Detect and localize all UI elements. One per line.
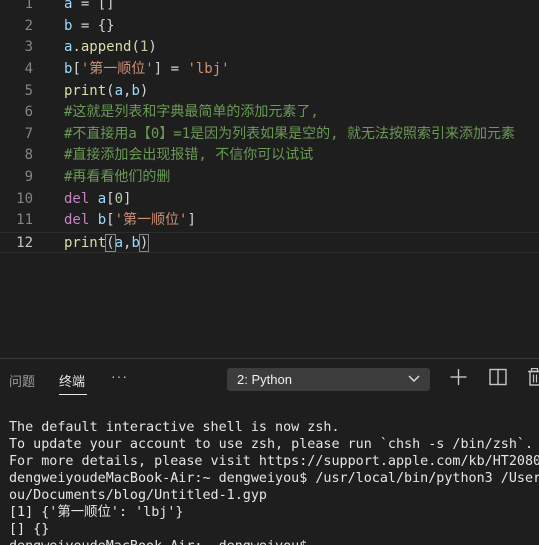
code-token: del <box>64 190 90 207</box>
panel-header: 问题 终端 ··· 2: Python <box>0 359 539 401</box>
line-number: 6 <box>24 104 33 121</box>
line-number: 10 <box>16 190 33 207</box>
terminal-line: dengweiyoudeMacBook-Air:~ dengweiyou$ <box>9 538 315 545</box>
code-line[interactable]: 3 a.append(1) <box>0 37 539 59</box>
code-text: print(a,b) <box>64 233 150 255</box>
split-icon[interactable] <box>489 368 507 386</box>
code-token: del <box>64 212 90 229</box>
code-token: a <box>97 190 107 207</box>
code-token: ] <box>123 190 132 207</box>
terminal-line: [1] {'第一顺位': 'lbj'} <box>9 505 184 520</box>
line-number: 3 <box>24 39 33 56</box>
code-token: b <box>131 82 140 99</box>
terminal-line: dengweiyoudeMacBook-Air:~ dengweiyou$ /u… <box>9 471 539 486</box>
code-token: #直接添加会出现报错, 不信你可以试试 <box>64 147 314 164</box>
code-token: ( <box>131 39 140 56</box>
code-text: #不直接用a【0】=1是因为列表如果是空的, 就无法按照索引来添加元素 <box>64 124 515 146</box>
terminal-line: [] {} <box>9 522 50 537</box>
code-line[interactable]: 6 #这就是列表和字典最简单的添加元素了, <box>0 102 539 124</box>
more-actions-icon[interactable]: ··· <box>111 368 128 384</box>
code-token: = [] <box>72 0 115 13</box>
code-token: ] = <box>153 61 188 77</box>
code-line[interactable]: 8 #直接添加会出现报错, 不信你可以试试 <box>0 145 539 167</box>
code-token: print <box>64 234 107 251</box>
code-line[interactable]: 4 b['第一顺位'] = 'lbj' <box>0 59 539 81</box>
code-token: ] <box>187 212 196 229</box>
code-text: #直接添加会出现报错, 不信你可以试试 <box>64 145 313 167</box>
tab-terminal[interactable]: 终端 <box>59 371 85 390</box>
code-token: ) <box>139 82 149 99</box>
code-editor[interactable]: 1a = [] 2 b = {} 3 a.append(1) 4 b['第一顺位'] = '… <box>0 0 539 358</box>
code-token: ( <box>106 82 115 99</box>
code-token: #不直接用a【0】=1是因为列表如果是空的, 就无法按照索引来添加元素 <box>64 125 515 142</box>
active-tab-indicator <box>59 394 87 395</box>
terminal-select-value: 2: Python <box>237 372 292 387</box>
terminal-line: The default interactive shell is now zsh… <box>9 420 340 435</box>
code-line[interactable]: 2 b = {} <box>0 16 539 38</box>
code-token: #再看看他们的删 <box>64 169 171 185</box>
terminal-line: To update your account to use zsh, pleas… <box>9 437 534 452</box>
line-number: 11 <box>16 212 33 229</box>
code-token: '第一顺位' <box>80 61 154 77</box>
code-text: #再看看他们的删 <box>64 167 170 189</box>
code-line[interactable]: 10 del a[0] <box>0 189 539 211</box>
code-text: del a[0] <box>64 189 131 211</box>
code-line[interactable]: 7 #不直接用a【0】=1是因为列表如果是空的, 就无法按照索引来添加元素 <box>0 124 539 146</box>
code-text: #这就是列表和字典最简单的添加元素了, <box>64 102 319 124</box>
code-token: [ <box>106 190 115 207</box>
code-line[interactable]: 5 print(a,b) <box>0 81 539 103</box>
code-line[interactable]: 12 print(a,b) <box>0 231 539 255</box>
code-token: ) <box>138 233 150 252</box>
code-token: 0 <box>114 190 124 207</box>
code-text: b = {} <box>64 16 115 38</box>
terminal-line: For more details, please visit https://s… <box>9 454 539 469</box>
line-number: 4 <box>24 61 33 77</box>
code-text: a = [] <box>64 0 115 16</box>
code-token: . <box>72 39 81 56</box>
code-text: del b['第一顺位'] <box>64 210 196 232</box>
line-number: 1 <box>24 0 33 13</box>
line-number: 12 <box>16 234 33 251</box>
code-token: ( <box>105 233 116 252</box>
code-token: print <box>64 82 107 99</box>
line-number: 9 <box>24 169 33 185</box>
code-token: [ <box>106 212 115 229</box>
line-number: 7 <box>24 125 33 142</box>
code-token: a <box>114 234 124 251</box>
code-line[interactable]: 11 del b['第一顺位'] <box>0 210 539 232</box>
terminal-line: ou/Documents/blog/Untitled-1.gyp <box>9 488 267 503</box>
code-token: append <box>80 39 132 56</box>
line-number: 8 <box>24 147 33 164</box>
code-token: 'lbj' <box>187 61 230 77</box>
trash-icon[interactable] <box>527 368 539 386</box>
code-text: b['第一顺位'] = 'lbj' <box>64 59 230 81</box>
code-line[interactable]: 1 a = [] <box>0 0 539 16</box>
terminal-select[interactable]: 2: Python <box>227 368 430 391</box>
code-token: [ <box>72 61 81 77</box>
code-token: '第一顺位' <box>114 212 188 229</box>
code-token: = {} <box>72 17 115 34</box>
terminal-output[interactable]: The default interactive shell is now zsh… <box>0 401 539 545</box>
code-token: a <box>114 82 124 99</box>
line-number: 2 <box>24 17 33 34</box>
plus-icon[interactable] <box>450 368 467 386</box>
line-number: 5 <box>24 82 33 99</box>
code-text: a.append(1) <box>64 37 157 59</box>
chevron-down-icon <box>408 375 420 382</box>
code-text: print(a,b) <box>64 81 148 103</box>
code-line[interactable]: 9 #再看看他们的删 <box>0 167 539 189</box>
code-token: b <box>97 212 107 229</box>
code-token: ) <box>148 39 157 56</box>
code-token: #这就是列表和字典最简单的添加元素了, <box>64 104 319 121</box>
code-token: b <box>131 234 140 251</box>
tab-problems[interactable]: 问题 <box>9 371 35 390</box>
